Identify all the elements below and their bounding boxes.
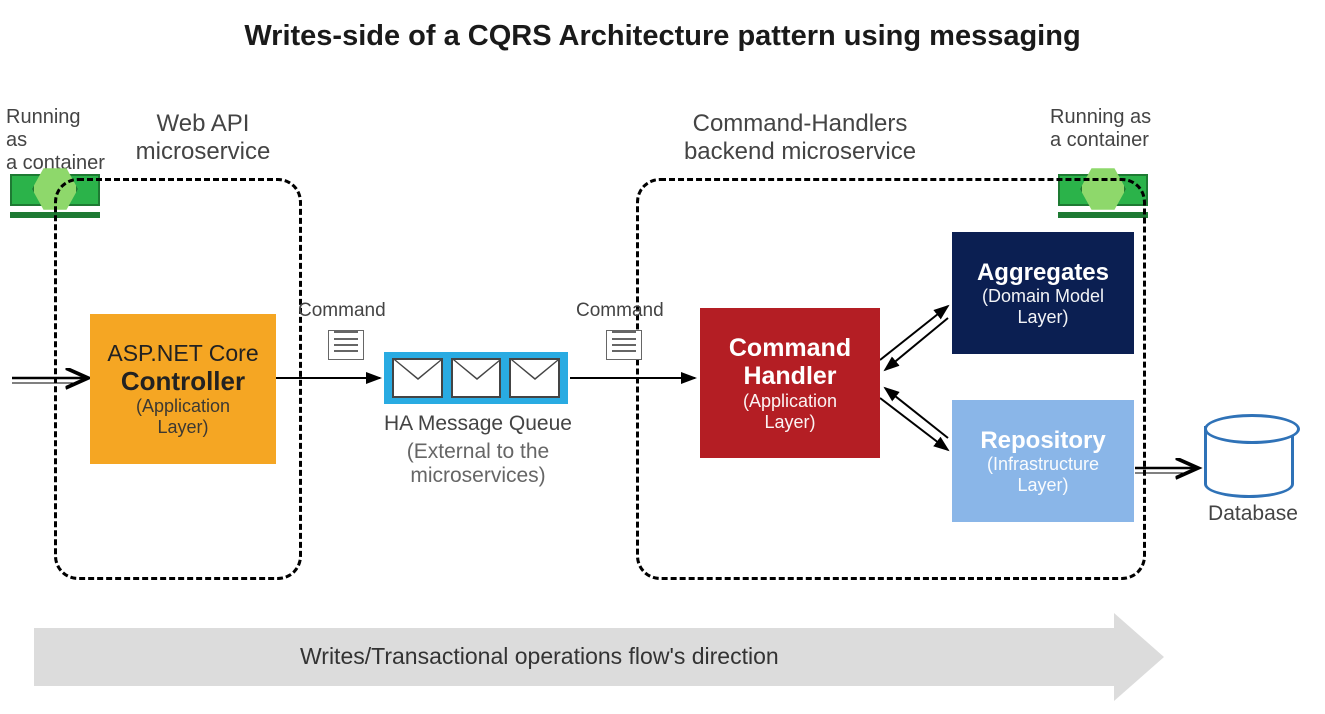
backend-label: Command-Handlers backend microservice: [650, 110, 950, 165]
text: microservices): [410, 464, 545, 487]
text: Layer): [956, 475, 1130, 496]
command-handler-box: Command Handler (Application Layer): [700, 308, 880, 458]
envelope-icon: [451, 358, 502, 398]
envelope-icon: [509, 358, 560, 398]
command-label-left: Command: [298, 300, 386, 322]
text: Layer): [704, 412, 876, 433]
container-label-left: Running as a container: [6, 106, 106, 175]
text: Layer): [956, 307, 1130, 328]
text: ASP.NET Core: [94, 340, 272, 366]
text: Running as: [6, 106, 81, 151]
document-icon: [328, 330, 364, 360]
text: Layer): [94, 417, 272, 438]
text: (External to the: [407, 440, 549, 463]
mq-sub: (External to the microservices): [378, 440, 578, 488]
text: (Domain Model: [956, 286, 1130, 307]
mq-title: HA Message Queue: [378, 412, 578, 436]
text: Aggregates: [956, 259, 1130, 287]
text: backend microservice: [684, 138, 916, 165]
text: Controller: [94, 367, 272, 397]
database-icon: [1204, 414, 1300, 510]
diagram-title: Writes-side of a CQRS Architecture patte…: [0, 20, 1325, 53]
text: Repository: [956, 427, 1130, 455]
text: Web API: [157, 110, 250, 137]
envelope-icon: [392, 358, 443, 398]
document-icon: [606, 330, 642, 360]
repository-box: Repository (Infrastructure Layer): [952, 400, 1134, 522]
text: a container: [1050, 129, 1149, 151]
aspnet-controller-box: ASP.NET Core Controller (Application Lay…: [90, 314, 276, 464]
database-label: Database: [1198, 502, 1308, 526]
text: (Application: [704, 391, 876, 412]
text: (Application: [94, 396, 272, 417]
flow-arrow-head: [1114, 613, 1164, 701]
webapi-label: Web API microservice: [118, 110, 288, 165]
message-queue: [384, 352, 568, 404]
text: (Infrastructure: [956, 454, 1130, 475]
text: Handler: [704, 362, 876, 391]
aggregates-box: Aggregates (Domain Model Layer): [952, 232, 1134, 354]
text: Command-Handlers: [693, 110, 908, 137]
text: Command: [704, 334, 876, 363]
text: Running as: [1050, 106, 1151, 128]
command-label-right: Command: [576, 300, 664, 322]
container-label-right: Running as a container: [1050, 106, 1160, 152]
text: microservice: [136, 138, 271, 165]
flow-label: Writes/Transactional operations flow's d…: [300, 643, 779, 670]
